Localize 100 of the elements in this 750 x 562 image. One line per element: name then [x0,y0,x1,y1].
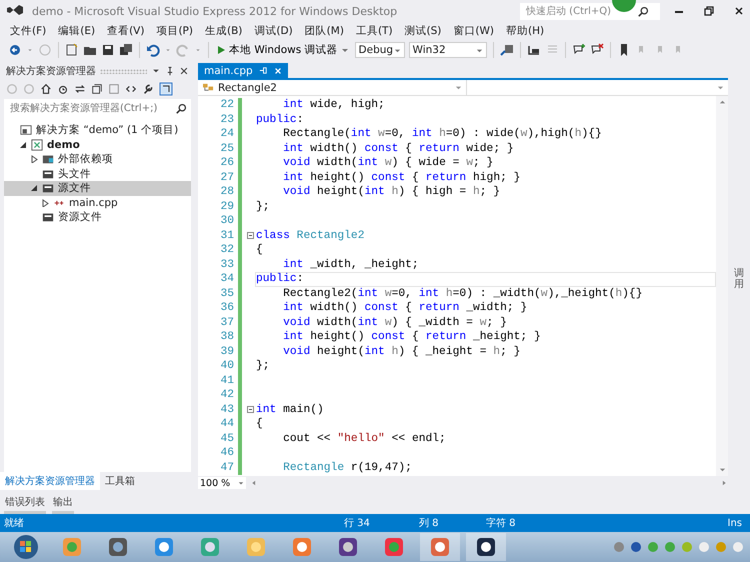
collapse-arrow-icon[interactable] [19,140,27,149]
tab-label: main.cpp [204,64,253,76]
line-number: 28 [219,186,235,198]
close-icon[interactable] [179,66,189,76]
pin-icon[interactable] [258,66,268,75]
tree-item-label: 外部依赖项 [58,152,113,166]
configuration-dropdown[interactable]: Debug [354,42,405,58]
dropdown-arrow-icon [476,46,483,54]
tree-row[interactable]: main.cpp [4,196,191,210]
tree-row[interactable]: 头文件 [4,166,191,181]
save-icon[interactable] [101,43,115,57]
collapse-icon[interactable] [246,232,254,240]
line-number: 23 [219,114,235,126]
line-number: 44 [219,418,235,430]
code-line: Rectangle(int w=0, int h=0) : wide(w),high(h){} [282,128,602,140]
panel-tab[interactable]: 解决方案资源管理器 [0,472,100,490]
menu-item[interactable]: 窗口(W) [447,24,500,38]
wrench-icon[interactable] [142,83,154,95]
line-number: 43 [219,404,235,416]
line-number: 45 [219,432,235,445]
line-number: 24 [219,128,235,140]
line-number: 27 [219,172,235,184]
project-icon [31,138,43,151]
menu-item[interactable]: 测试(S) [398,24,448,38]
visual-studio-logo-icon [6,4,24,18]
back-icon[interactable] [8,43,22,57]
code-line: }; [256,200,270,213]
menu-item[interactable]: 项目(P) [150,24,199,38]
undo-icon[interactable] [146,43,160,57]
run-debugger-button[interactable]: 本地 Windows 调试器 [215,43,351,57]
code-line: cout << "hello" << endl; [282,432,446,445]
scroll-up-icon[interactable] [718,99,726,106]
code-line: { [256,418,263,430]
pin-icon[interactable] [165,66,175,76]
collapse-all-icon[interactable] [91,83,103,95]
code-line: void height(int h) { _height = h; } [282,346,520,358]
comment-icon[interactable] [572,43,586,57]
scroll-right-icon[interactable] [720,478,728,488]
show-files-icon[interactable] [108,83,120,95]
find-icon[interactable] [500,43,514,57]
zoom-dropdown[interactable]: 100 % [198,477,246,489]
code-line: int width() const { return _width; } [282,302,528,314]
tree-item-label: 头文件 [58,166,91,181]
new-project-icon[interactable] [65,43,79,57]
menu-item[interactable]: 工具(T) [350,24,399,38]
file-tab[interactable]: main.cpp [198,63,288,78]
platform-dropdown[interactable]: Win32 [408,42,487,58]
close-icon [734,6,744,16]
code-icon[interactable] [125,83,137,95]
window-title: demo - Microsoft Visual Studio Express 2012 for Windows Desktop [32,4,398,18]
tree-row[interactable]: 解决方案 “demo” (1 个项目) [4,123,191,138]
menu-item[interactable]: 查看(V) [101,24,150,38]
scroll-left-icon[interactable] [250,478,258,488]
restore-icon [704,6,714,16]
code-line: int height() const { return _height; } [282,331,541,344]
line-number: 40 [219,360,235,372]
code-line: { [256,244,263,256]
code-line: int wide, high; [282,99,385,112]
panel-tab[interactable]: 工具箱 [100,472,140,490]
vertical-scrollbar[interactable] [716,96,728,476]
search-field[interactable]: 搜索解决方案资源管理器(Ctrl+;) [4,99,191,117]
expand-arrow-icon[interactable] [41,198,49,207]
menu-item[interactable]: 文件(F) [4,24,52,38]
tree-row[interactable]: 源文件 [4,181,191,196]
line-number: 41 [219,374,235,387]
history-icon[interactable] [57,83,69,95]
scroll-down-icon[interactable] [718,466,726,473]
code-line: Rectangle r(19,47); [282,462,412,474]
tree-row[interactable]: demo [4,138,191,152]
collapse-icon[interactable] [246,406,254,414]
line-number: 46 [219,447,235,460]
tree-row[interactable]: 资源文件 [4,210,191,224]
search-icon [638,6,649,16]
dropdown-arrow-icon [394,46,401,54]
code-line: Rectangle2(int w=0, int h=0) : _width(w),_height(h){} [282,288,642,300]
menu-item[interactable]: 团队(M) [298,24,350,38]
menu-item[interactable]: 帮助(H) [500,24,550,38]
side-tab[interactable]: 调用 [734,67,744,490]
uncomment-icon[interactable] [590,43,604,57]
quick-launch-field[interactable]: 快速启动 (Ctrl+Q) [520,2,660,20]
line-number: 39 [219,346,235,358]
line-number: 32 [219,244,235,256]
preview-icon[interactable] [159,82,173,96]
menu-item[interactable]: 生成(B) [198,24,248,38]
line-number: 30 [219,215,235,228]
tree-item-label: 源文件 [58,181,91,196]
save-all-icon[interactable] [119,43,133,57]
line-number: 34 [219,273,235,286]
indent-icon[interactable] [526,43,541,57]
line-number: 42 [219,389,235,402]
collapse-arrow-icon[interactable] [30,184,38,192]
expand-arrow-icon[interactable] [30,155,38,164]
home-icon[interactable] [40,83,52,95]
code-line: void width(int w) { wide = w; } [282,157,494,170]
tree-item-label: 资源文件 [58,210,102,224]
menu-item[interactable]: 编辑(E) [52,24,102,38]
line-number: 29 [219,200,235,213]
menu-item[interactable]: 调试(D) [248,24,299,38]
tree-row[interactable]: 外部依赖项 [4,152,191,166]
sync-icon[interactable] [74,83,86,95]
